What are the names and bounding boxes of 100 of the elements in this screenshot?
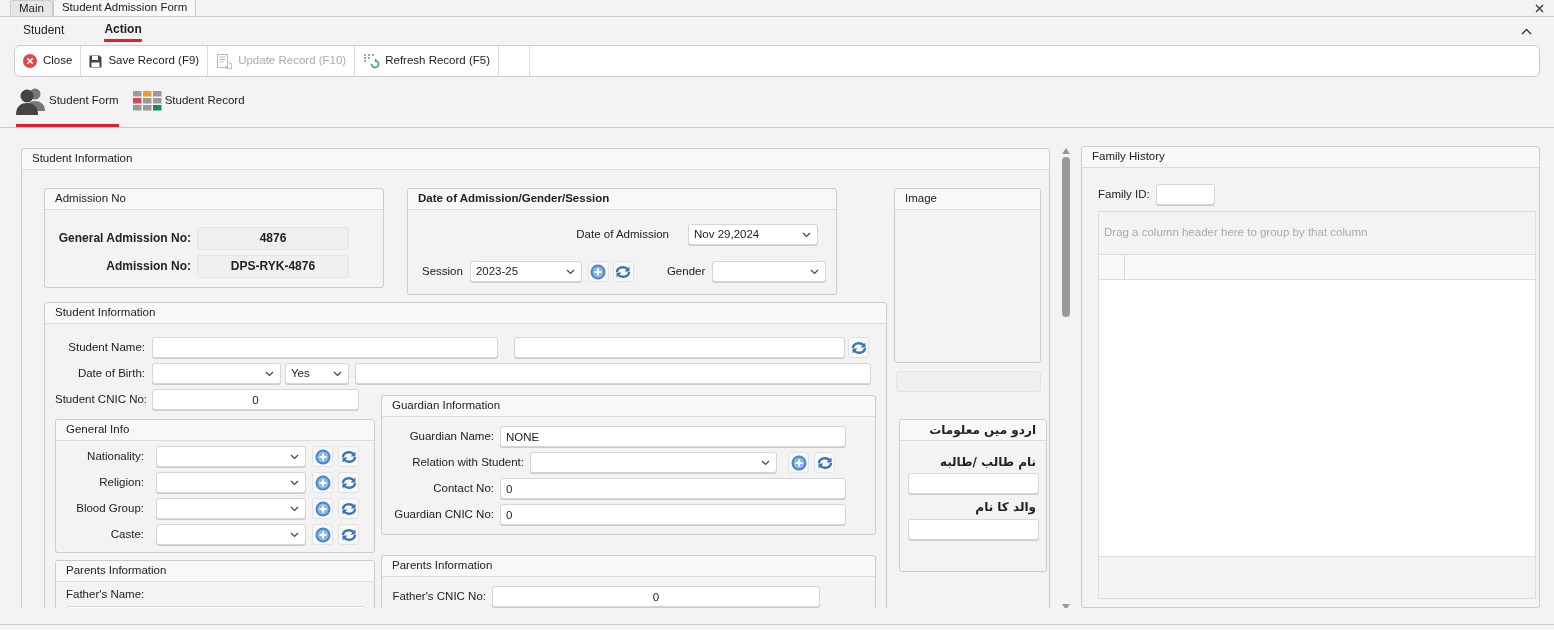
- dropdown-field[interactable]: [712, 261, 827, 282]
- input-field[interactable]: [514, 337, 845, 358]
- dropdown-field[interactable]: Nov 29,2024: [688, 224, 818, 245]
- close-icon: [1535, 3, 1544, 13]
- group-title: General Info: [66, 423, 130, 437]
- collapse-icon: [1521, 27, 1532, 35]
- scrollbar-thumb[interactable]: [1062, 157, 1070, 317]
- refresh-button[interactable]: [338, 498, 359, 519]
- refresh-button[interactable]: [848, 337, 869, 358]
- chevron-down-icon: [290, 505, 299, 512]
- chevron-down-icon: [333, 370, 342, 377]
- input-field[interactable]: 0: [500, 504, 846, 525]
- group-hint: Drag a column header here to group by that column: [1104, 226, 1368, 240]
- input-field[interactable]: 0: [500, 478, 846, 499]
- refresh-button[interactable]: [612, 261, 634, 282]
- dropdown-field[interactable]: 2023-25: [469, 261, 582, 282]
- add-button[interactable]: [312, 524, 333, 545]
- add-button[interactable]: [312, 446, 333, 467]
- dropdown-field[interactable]: [156, 524, 306, 545]
- dropdown-field[interactable]: Yes: [285, 363, 349, 384]
- refresh-icon: [816, 455, 833, 470]
- field-label: نام طالب /طالبه: [938, 455, 1037, 470]
- refresh-button[interactable]: [338, 524, 359, 545]
- plus-icon: [590, 263, 607, 280]
- plus-icon: [314, 526, 331, 543]
- input-field[interactable]: 0: [492, 586, 820, 607]
- input-field[interactable]: [152, 337, 498, 358]
- input-field[interactable]: [1155, 184, 1215, 205]
- plus-icon: [314, 474, 331, 491]
- chevron-down-icon: [290, 531, 299, 538]
- refresh-icon: [850, 340, 867, 355]
- scroll-up-icon: [1062, 148, 1070, 154]
- group-title: Guardian Information: [392, 399, 501, 413]
- add-button[interactable]: [587, 261, 609, 282]
- field-label: Session: [422, 264, 463, 279]
- field-label: General Admission No:: [57, 231, 191, 246]
- ribbon-tab[interactable]: Student: [23, 21, 65, 41]
- field-label: Student CNIC No:: [55, 392, 145, 407]
- field-label: Father's Name:: [66, 588, 145, 602]
- plus-icon: [790, 454, 807, 471]
- dropdown-field[interactable]: [156, 472, 306, 493]
- toolbar-button[interactable]: Refresh Record (F5): [355, 46, 499, 76]
- tile-grid-icon: [132, 90, 162, 111]
- field-label: Date of Birth:: [76, 366, 145, 381]
- chevron-down-icon: [565, 268, 575, 275]
- add-button[interactable]: [312, 472, 333, 493]
- close-circle-icon: [23, 54, 37, 68]
- refresh-button[interactable]: [814, 452, 835, 473]
- dropdown-field[interactable]: [156, 498, 306, 519]
- input-field[interactable]: [908, 473, 1039, 495]
- field-label: Admission No:: [105, 259, 191, 274]
- field-label: Contact No:: [432, 481, 494, 496]
- field-label: Relation with Student:: [411, 455, 524, 470]
- document-tab[interactable]: Main: [10, 0, 53, 16]
- field-label: Guardian Name:: [408, 429, 494, 444]
- field-label: Family ID:: [1098, 187, 1150, 202]
- field-label: Guardian CNIC No:: [393, 507, 494, 522]
- users-icon: [16, 86, 46, 115]
- field-label: والد کا نام: [974, 500, 1037, 515]
- field-label: Date of Admission: [576, 227, 669, 242]
- refresh-icon: [615, 264, 632, 279]
- plus-icon: [314, 448, 331, 465]
- dropdown-field[interactable]: [156, 446, 306, 467]
- field-label: Blood Group:: [75, 501, 144, 516]
- refresh-icon: [340, 449, 357, 464]
- refresh-icon: [340, 527, 357, 542]
- chevron-down-icon: [265, 370, 274, 377]
- view-tab[interactable]: Student Record: [132, 77, 245, 127]
- group-title: Parents Information: [392, 559, 493, 573]
- field-label: Religion:: [98, 475, 144, 490]
- input-field[interactable]: NONE: [500, 426, 846, 447]
- group-title: Student Information: [32, 152, 133, 166]
- view-tab[interactable]: Student Form: [16, 77, 119, 127]
- group-title: Family History: [1092, 150, 1165, 164]
- add-button[interactable]: [788, 452, 809, 473]
- refresh-button[interactable]: [338, 472, 359, 493]
- toolbar-button[interactable]: Save Record (F9): [81, 46, 209, 76]
- dropdown-field[interactable]: [152, 363, 281, 384]
- ribbon-tab[interactable]: Action: [104, 19, 142, 43]
- refresh-icon: [340, 475, 357, 490]
- group-title: Student Information: [55, 306, 156, 320]
- dropdown-field[interactable]: [530, 452, 777, 473]
- document-icon: [216, 53, 233, 69]
- add-button[interactable]: [312, 498, 333, 519]
- chevron-down-icon: [802, 231, 811, 238]
- input-field[interactable]: [355, 363, 871, 384]
- chevron-down-icon: [810, 268, 820, 275]
- readonly-field: DPS-RYK-4876: [197, 255, 349, 278]
- chevron-down-icon: [290, 479, 299, 486]
- refresh-icon: [340, 501, 357, 516]
- grid-refresh-icon: [363, 53, 380, 69]
- readonly-field: 4876: [197, 227, 349, 250]
- input-field[interactable]: 0: [152, 389, 359, 410]
- document-tab[interactable]: Student Admission Form: [52, 0, 197, 16]
- group-title: Image: [905, 192, 937, 206]
- toolbar-button[interactable]: Close: [15, 46, 82, 76]
- refresh-button[interactable]: [338, 446, 359, 467]
- group-title: Admission No: [55, 192, 126, 206]
- field-label: Gender: [666, 264, 706, 279]
- input-field[interactable]: [908, 518, 1039, 540]
